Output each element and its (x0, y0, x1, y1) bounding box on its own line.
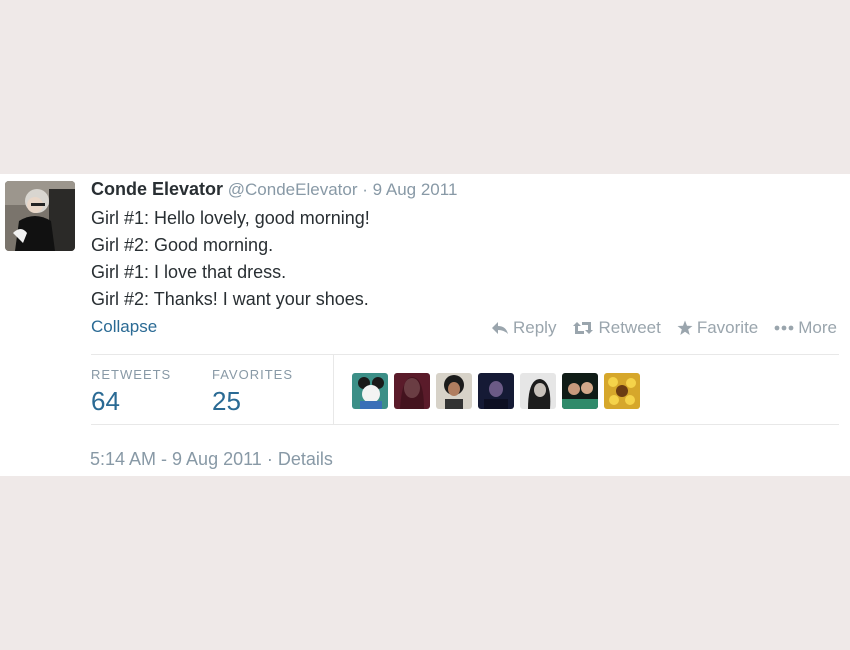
tweet-line: Girl #2: Thanks! I want your shoes. (91, 289, 369, 309)
author-name[interactable]: Conde Elevator (91, 179, 223, 199)
author-avatar[interactable] (5, 181, 75, 251)
retweets-stat[interactable]: RETWEETS 64 (91, 367, 171, 417)
reply-icon (491, 321, 509, 335)
retweet-button[interactable]: Retweet (572, 318, 661, 338)
favorite-button[interactable]: Favorite (677, 318, 758, 338)
author-handle[interactable]: @CondeElevator (228, 180, 358, 199)
user-avatar[interactable] (520, 373, 556, 409)
reply-button[interactable]: Reply (491, 318, 556, 338)
collapse-link[interactable]: Collapse (91, 317, 157, 337)
tweet-timestamp[interactable]: 5:14 AM - 9 Aug 2011 (90, 449, 262, 469)
retweets-count: 64 (91, 386, 120, 416)
tweet-date[interactable]: 9 Aug 2011 (373, 180, 458, 199)
favorites-count: 25 (212, 386, 241, 416)
tweet-header: Conde Elevator @CondeElevator · 9 Aug 20… (91, 178, 457, 201)
retweet-label: Retweet (598, 318, 661, 337)
tweet-actions: Reply Retweet Favorite More (491, 318, 837, 338)
retweets-label: RETWEETS (91, 367, 172, 382)
more-label: More (798, 318, 837, 337)
reply-label: Reply (513, 318, 557, 337)
retweet-icon (572, 321, 594, 335)
tweet-line: Girl #1: Hello lovely, good morning! (91, 208, 370, 228)
favorites-stat[interactable]: FAVORITES 25 (212, 367, 293, 417)
favorite-label: Favorite (696, 318, 759, 337)
tweet-meta: 5:14 AM - 9 Aug 2011 · Details (90, 449, 333, 470)
divider (91, 354, 839, 355)
star-icon (677, 320, 693, 336)
divider (91, 424, 839, 425)
tweet-card: Conde Elevator @CondeElevator · 9 Aug 20… (0, 174, 850, 476)
stats-divider (333, 355, 334, 425)
meta-separator: · (266, 449, 273, 469)
tweet-text: Girl #1: Hello lovely, good morning! Gir… (91, 205, 370, 313)
user-avatar[interactable] (478, 373, 514, 409)
tweet-line: Girl #2: Good morning. (91, 235, 274, 255)
avatar-image (5, 181, 75, 251)
user-avatar[interactable] (562, 373, 598, 409)
header-separator: · (362, 180, 368, 199)
user-avatar[interactable] (394, 373, 430, 409)
tweet-line: Girl #1: I love that dress. (91, 262, 287, 282)
user-avatar[interactable] (604, 373, 640, 409)
favoriters-avatars (352, 373, 640, 409)
favorites-label: FAVORITES (212, 367, 293, 382)
user-avatar[interactable] (352, 373, 388, 409)
user-avatar[interactable] (436, 373, 472, 409)
more-dots-icon (774, 325, 794, 331)
more-button[interactable]: More (774, 318, 837, 338)
details-link[interactable]: Details (278, 449, 333, 469)
